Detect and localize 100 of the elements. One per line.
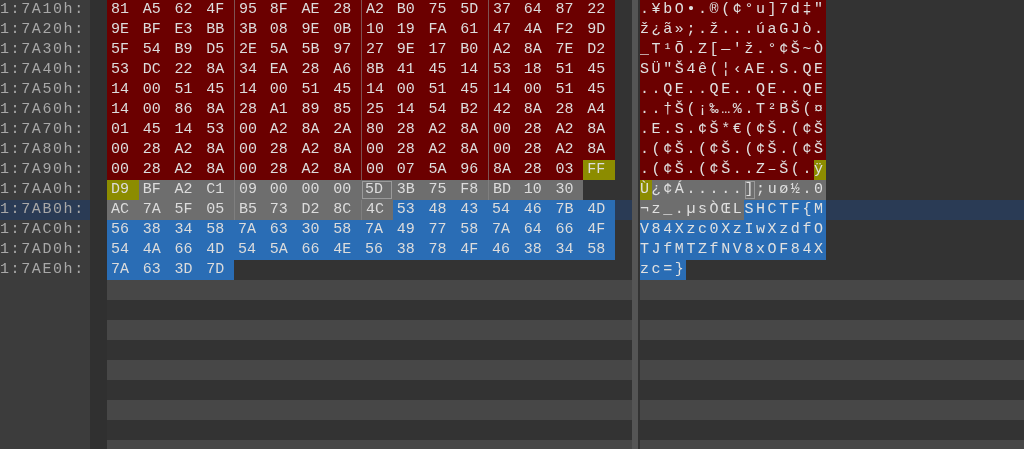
hex-byte[interactable]: 58: [583, 240, 615, 260]
hex-byte[interactable]: 28: [265, 140, 298, 160]
hex-byte[interactable]: 2E: [234, 40, 266, 60]
hex-byte[interactable]: 7D: [202, 260, 234, 280]
hex-byte[interactable]: A2: [297, 160, 330, 180]
hex-byte[interactable]: 17: [424, 40, 457, 60]
hex-byte[interactable]: 14: [361, 80, 393, 100]
ascii-text[interactable]: ..†Š(¡‰…%.T²BŠ(¤: [640, 100, 826, 120]
hex-byte[interactable]: 5D: [361, 180, 393, 200]
hex-byte[interactable]: 45: [329, 80, 361, 100]
ascii-text[interactable]: .(¢Š.(¢Š..Z–Š(.: [640, 160, 815, 180]
hex-byte[interactable]: 00: [107, 140, 139, 160]
hex-byte[interactable]: A2: [265, 120, 298, 140]
hex-byte[interactable]: 5F: [170, 200, 203, 220]
hex-byte[interactable]: 00: [107, 160, 139, 180]
hex-byte[interactable]: F2: [551, 20, 584, 40]
hex-byte[interactable]: 7A: [488, 220, 520, 240]
hex-byte[interactable]: 08: [265, 20, 298, 40]
ascii-text[interactable]: ¿¢Á.....: [651, 180, 745, 200]
hex-byte[interactable]: 61: [456, 20, 488, 40]
hex-byte[interactable]: 8A: [519, 100, 552, 120]
hex-byte[interactable]: BF: [138, 180, 171, 200]
ascii-text[interactable]: ¬z_.µsÒŒL: [640, 200, 745, 220]
hex-byte[interactable]: AE: [297, 0, 330, 20]
ascii-text[interactable]: ;uø½.0: [756, 180, 826, 200]
hex-byte[interactable]: A2: [424, 140, 457, 160]
ascii-text[interactable]: TJfMTZfNV8xOF84X: [640, 240, 826, 260]
hex-byte[interactable]: 8A: [583, 140, 615, 160]
hex-byte[interactable]: B0: [392, 0, 425, 20]
hex-byte[interactable]: 58: [456, 220, 488, 240]
ascii-text[interactable]: _T¹Õ.Z[—'ž.°¢Š~Ò: [640, 40, 826, 60]
hex-byte[interactable]: 97: [329, 40, 361, 60]
hex-byte[interactable]: 8A: [329, 160, 361, 180]
hex-byte[interactable]: 09: [234, 180, 266, 200]
hex-byte[interactable]: 47: [488, 20, 520, 40]
hex-byte[interactable]: 14: [107, 100, 139, 120]
hex-byte[interactable]: 34: [234, 60, 266, 80]
hex-byte[interactable]: 38: [392, 240, 425, 260]
hex-byte[interactable]: 80: [361, 120, 393, 140]
hex-byte[interactable]: 00: [361, 160, 393, 180]
hex-byte[interactable]: 54: [138, 40, 171, 60]
hex-byte[interactable]: 00: [234, 120, 266, 140]
ascii-text[interactable]: ž¿ã»;.ž...úaGJò.: [640, 20, 826, 40]
hex-byte[interactable]: 4A: [519, 20, 552, 40]
hex-byte[interactable]: 51: [551, 60, 584, 80]
hex-byte[interactable]: 34: [170, 220, 203, 240]
hex-byte[interactable]: 37: [488, 0, 520, 20]
hex-byte[interactable]: 28: [234, 100, 266, 120]
hex-byte[interactable]: 5A: [265, 240, 298, 260]
hex-byte[interactable]: E3: [170, 20, 203, 40]
hex-byte[interactable]: DC: [138, 60, 171, 80]
hex-byte[interactable]: 54: [107, 240, 139, 260]
hex-byte[interactable]: 5A: [424, 160, 457, 180]
ascii-text[interactable]: ..QE..QE..QE..QE: [640, 80, 826, 100]
hex-byte[interactable]: BF: [138, 20, 171, 40]
hex-byte[interactable]: 8B: [361, 60, 393, 80]
hex-byte[interactable]: 7A: [361, 220, 393, 240]
hex-byte[interactable]: 00: [138, 100, 171, 120]
hex-byte[interactable]: B9: [170, 40, 203, 60]
hex-byte[interactable]: 45: [583, 60, 615, 80]
hex-byte[interactable]: 56: [361, 240, 393, 260]
hex-byte[interactable]: 54: [424, 100, 457, 120]
hex-byte[interactable]: 5A: [265, 40, 298, 60]
hex-byte[interactable]: 89: [297, 100, 330, 120]
hex-byte[interactable]: 8C: [329, 200, 361, 220]
hex-byte[interactable]: 00: [265, 80, 298, 100]
hex-byte[interactable]: 7A: [107, 260, 139, 280]
hex-byte[interactable]: 81: [107, 0, 139, 20]
hex-byte[interactable]: 56: [107, 220, 139, 240]
hex-byte[interactable]: 4D: [583, 200, 615, 220]
hex-byte[interactable]: 00: [234, 160, 266, 180]
hex-byte[interactable]: 38: [519, 240, 552, 260]
ascii-text[interactable]: .¥bO•.®(¢°u]7d‡": [640, 0, 826, 20]
hex-byte[interactable]: 7A: [138, 200, 171, 220]
hex-byte[interactable]: 8A: [456, 140, 488, 160]
hex-byte[interactable]: 53: [202, 120, 234, 140]
hex-byte[interactable]: 28: [265, 160, 298, 180]
hex-byte[interactable]: 0B: [329, 20, 361, 40]
hex-byte[interactable]: 86: [170, 100, 203, 120]
ascii-text[interactable]: .(¢Š.(¢Š.(¢Š.(¢Š: [640, 140, 826, 160]
hex-byte[interactable]: 4E: [329, 240, 361, 260]
hex-byte[interactable]: 78: [424, 240, 457, 260]
hex-byte[interactable]: 00: [234, 140, 266, 160]
hex-byte[interactable]: 66: [170, 240, 203, 260]
hex-byte[interactable]: 8F: [265, 0, 298, 20]
hex-byte[interactable]: 53: [107, 60, 139, 80]
hex-byte[interactable]: 8A: [202, 100, 234, 120]
hex-byte[interactable]: 63: [138, 260, 171, 280]
hex-byte[interactable]: 51: [551, 80, 584, 100]
hex-byte[interactable]: 8A: [519, 40, 552, 60]
hex-byte[interactable]: 62: [170, 0, 203, 20]
hex-byte[interactable]: 14: [456, 60, 488, 80]
hex-byte[interactable]: 28: [519, 140, 552, 160]
hex-byte[interactable]: 54: [234, 240, 266, 260]
hex-byte[interactable]: 10: [361, 20, 393, 40]
hex-byte[interactable]: 4C: [361, 200, 393, 220]
ascii-text[interactable]: .E.S.¢Š*€(¢Š.(¢Š: [640, 120, 826, 140]
hex-byte[interactable]: 95: [234, 0, 266, 20]
hex-byte[interactable]: 63: [265, 220, 298, 240]
hex-byte[interactable]: 4F: [202, 0, 234, 20]
